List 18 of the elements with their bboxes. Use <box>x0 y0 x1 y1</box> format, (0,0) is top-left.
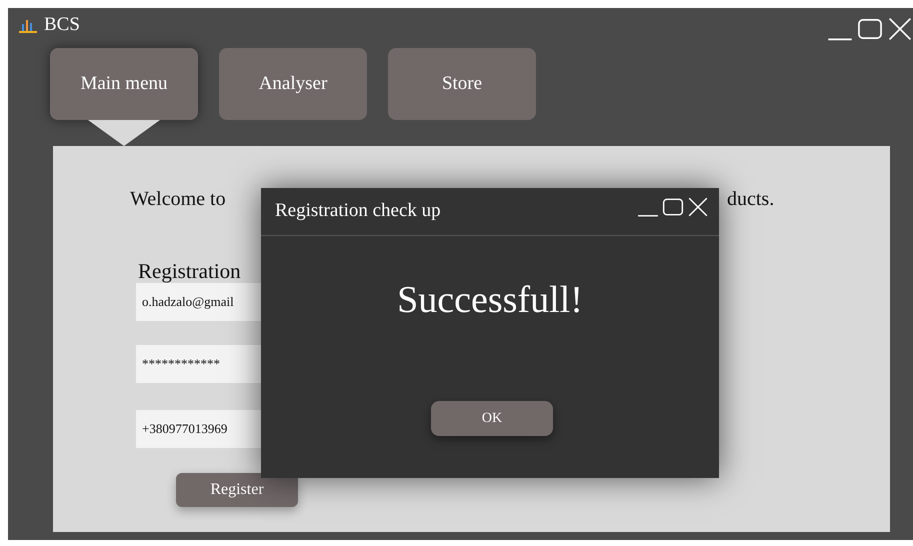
register-button[interactable]: Register <box>176 473 298 507</box>
dialog-title: Registration check up <box>275 199 441 224</box>
welcome-text: Welcome to <box>130 187 226 212</box>
tab[interactable]: Store <box>388 48 536 120</box>
registration-heading: Registration <box>138 258 241 285</box>
input-field[interactable]: ************ <box>136 345 261 383</box>
tab[interactable]: Analyser <box>219 48 367 120</box>
welcome-text: ducts. <box>727 187 774 212</box>
window-title: BCS <box>44 12 80 37</box>
close-icon[interactable] <box>887 16 913 42</box>
ok-button[interactable]: OK <box>431 401 553 436</box>
input-field[interactable]: +380977013969 <box>136 410 261 448</box>
close-icon[interactable] <box>687 196 709 218</box>
maximize-icon[interactable] <box>662 196 684 218</box>
input-field[interactable]: o.hadzalo@gmail <box>136 283 261 321</box>
success-message: Successfull! <box>396 278 584 323</box>
tab[interactable]: Main menu <box>50 48 198 120</box>
maximize-icon[interactable] <box>857 16 883 42</box>
